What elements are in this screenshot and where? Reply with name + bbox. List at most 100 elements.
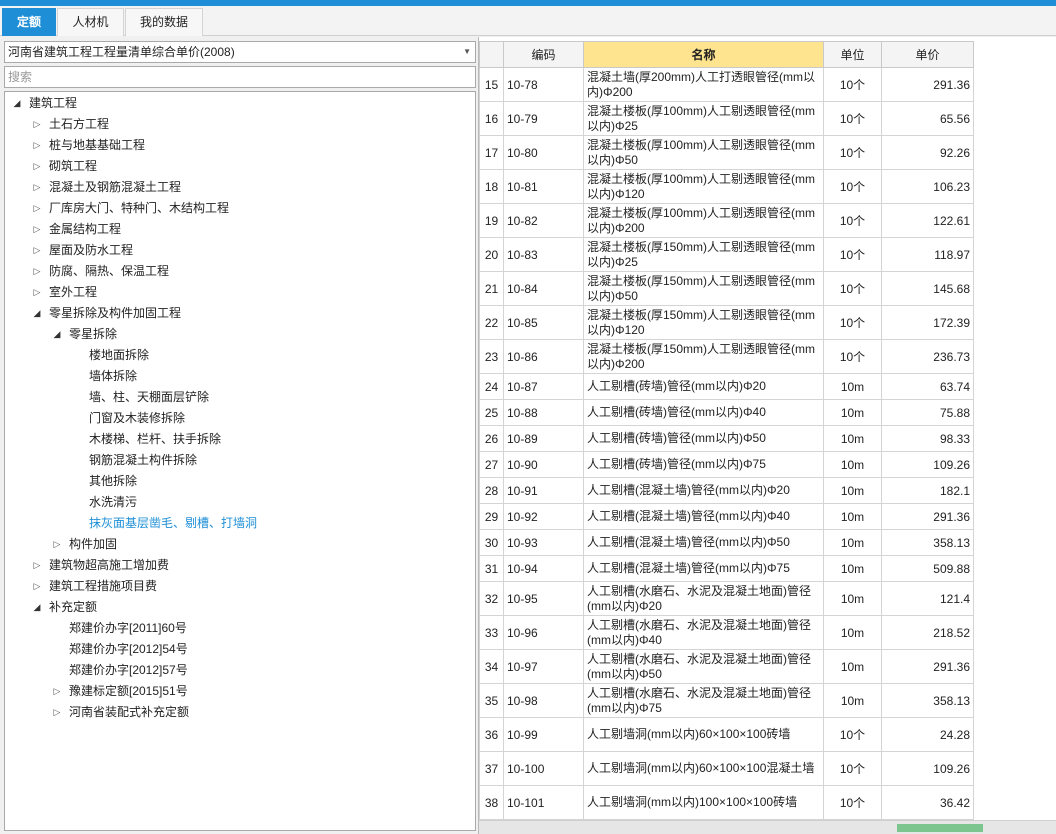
tree-node[interactable]: ▷ 砌筑工程 — [31, 156, 97, 177]
tree-node[interactable]: ▷ 构件加固 — [51, 534, 117, 555]
tree-node[interactable]: ▷ 厂库房大门、特种门、木结构工程 — [31, 198, 229, 219]
price-cell[interactable]: 122.61 — [881, 203, 974, 238]
code-cell[interactable]: 10-96 — [503, 615, 584, 650]
price-cell[interactable]: 106.23 — [881, 169, 974, 204]
tree-node[interactable]: 抹灰面基层凿毛、剔槽、打墙洞 — [71, 513, 257, 534]
collapsed-triangle-icon[interactable]: ▷ — [31, 261, 43, 282]
code-cell[interactable]: 10-90 — [503, 451, 584, 478]
code-cell[interactable]: 10-81 — [503, 169, 584, 204]
tab-my-data[interactable]: 我的数据 — [125, 8, 203, 36]
row-number[interactable]: 37 — [479, 751, 504, 786]
code-cell[interactable]: 10-89 — [503, 425, 584, 452]
price-cell[interactable]: 65.56 — [881, 101, 974, 136]
name-cell[interactable]: 人工剔槽(水磨石、水泥及混凝土地面)管径(mm以内)Φ50 — [583, 649, 824, 684]
price-cell[interactable]: 145.68 — [881, 271, 974, 306]
code-cell[interactable]: 10-95 — [503, 581, 584, 616]
name-cell[interactable]: 人工剔槽(混凝土墙)管径(mm以内)Φ40 — [583, 503, 824, 530]
table-row[interactable]: 38 10-101 人工剔墙洞(mm以内)100×100×100砖墙 10个 36.42 — [479, 785, 974, 820]
unit-cell[interactable]: 10m — [823, 503, 882, 530]
tree-node[interactable]: 楼地面拆除 — [71, 345, 149, 366]
library-select[interactable]: 河南省建筑工程工程量清单综合单价(2008) ▼ — [4, 41, 476, 63]
tree-node[interactable]: 郑建价办字[2012]54号 — [51, 639, 188, 660]
name-cell[interactable]: 混凝土楼板(厚150mm)人工剔透眼管径(mm以内)Φ120 — [583, 305, 824, 340]
code-cell[interactable]: 10-97 — [503, 649, 584, 684]
name-cell[interactable]: 人工剔槽(混凝土墙)管径(mm以内)Φ50 — [583, 529, 824, 556]
unit-cell[interactable]: 10个 — [823, 237, 882, 272]
table-row[interactable]: 20 10-83 混凝土楼板(厚150mm)人工剔透眼管径(mm以内)Φ25 10个 1… — [479, 237, 974, 272]
code-cell[interactable]: 10-87 — [503, 373, 584, 400]
table-row[interactable]: 24 10-87 人工剔槽(砖墙)管径(mm以内)Φ20 10m 63.74 — [479, 373, 974, 400]
name-cell[interactable]: 人工剔槽(水磨石、水泥及混凝土地面)管径(mm以内)Φ40 — [583, 615, 824, 650]
tree-node[interactable]: ▷ 金属结构工程 — [31, 219, 121, 240]
unit-cell[interactable]: 10个 — [823, 135, 882, 170]
row-number[interactable]: 16 — [479, 101, 504, 136]
tree-node[interactable]: 木楼梯、栏杆、扶手拆除 — [71, 429, 221, 450]
table-row[interactable]: 17 10-80 混凝土楼板(厚100mm)人工剔透眼管径(mm以内)Φ50 10个 9… — [479, 135, 974, 170]
price-cell[interactable]: 121.4 — [881, 581, 974, 616]
table-row[interactable]: 37 10-100 人工剔墙洞(mm以内)60×100×100混凝土墙 10个 109.… — [479, 751, 974, 786]
price-cell[interactable]: 291.36 — [881, 67, 974, 102]
tree-node[interactable]: ◢ 补充定额 — [31, 597, 97, 618]
code-cell[interactable]: 10-86 — [503, 339, 584, 374]
tree-node[interactable]: 墙、柱、天棚面层铲除 — [71, 387, 209, 408]
row-number[interactable]: 36 — [479, 717, 504, 752]
name-cell[interactable]: 混凝土楼板(厚150mm)人工剔透眼管径(mm以内)Φ25 — [583, 237, 824, 272]
collapsed-triangle-icon[interactable]: ▷ — [31, 114, 43, 135]
price-cell[interactable]: 358.13 — [881, 683, 974, 718]
expanded-triangle-icon[interactable]: ◢ — [51, 324, 63, 345]
name-cell[interactable]: 混凝土楼板(厚100mm)人工剔透眼管径(mm以内)Φ50 — [583, 135, 824, 170]
unit-cell[interactable]: 10m — [823, 581, 882, 616]
unit-cell[interactable]: 10个 — [823, 785, 882, 820]
search-input[interactable] — [4, 66, 476, 88]
unit-cell[interactable]: 10个 — [823, 271, 882, 306]
name-cell[interactable]: 人工剔槽(混凝土墙)管径(mm以内)Φ75 — [583, 555, 824, 582]
row-number[interactable]: 19 — [479, 203, 504, 238]
name-cell[interactable]: 人工剔槽(混凝土墙)管径(mm以内)Φ20 — [583, 477, 824, 504]
row-number[interactable]: 15 — [479, 67, 504, 102]
code-cell[interactable]: 10-93 — [503, 529, 584, 556]
name-cell[interactable]: 混凝土墙(厚200mm)人工打透眼管径(mm以内)Φ200 — [583, 67, 824, 102]
header-unit[interactable]: 单位 — [823, 41, 882, 68]
unit-cell[interactable]: 10个 — [823, 203, 882, 238]
price-cell[interactable]: 109.26 — [881, 451, 974, 478]
unit-cell[interactable]: 10个 — [823, 717, 882, 752]
tree-node[interactable]: ▷ 桩与地基基础工程 — [31, 135, 145, 156]
code-cell[interactable]: 10-99 — [503, 717, 584, 752]
unit-cell[interactable]: 10个 — [823, 305, 882, 340]
table-row[interactable]: 32 10-95 人工剔槽(水磨石、水泥及混凝土地面)管径(mm以内)Φ20 10m 1… — [479, 581, 974, 616]
name-cell[interactable]: 混凝土楼板(厚100mm)人工剔透眼管径(mm以内)Φ120 — [583, 169, 824, 204]
header-name[interactable]: 名称 — [583, 41, 824, 68]
expanded-triangle-icon[interactable]: ◢ — [31, 303, 43, 324]
collapsed-triangle-icon[interactable]: ▷ — [51, 702, 63, 723]
name-cell[interactable]: 混凝土楼板(厚100mm)人工剔透眼管径(mm以内)Φ200 — [583, 203, 824, 238]
price-cell[interactable]: 92.26 — [881, 135, 974, 170]
collapsed-triangle-icon[interactable]: ▷ — [31, 219, 43, 240]
price-cell[interactable]: 36.42 — [881, 785, 974, 820]
expanded-triangle-icon[interactable]: ◢ — [11, 93, 23, 114]
price-cell[interactable]: 182.1 — [881, 477, 974, 504]
code-cell[interactable]: 10-83 — [503, 237, 584, 272]
collapsed-triangle-icon[interactable]: ▷ — [31, 198, 43, 219]
tree-node[interactable]: ▷ 土石方工程 — [31, 114, 109, 135]
unit-cell[interactable]: 10个 — [823, 339, 882, 374]
collapsed-triangle-icon[interactable]: ▷ — [31, 282, 43, 303]
code-cell[interactable]: 10-82 — [503, 203, 584, 238]
table-row[interactable]: 27 10-90 人工剔槽(砖墙)管径(mm以内)Φ75 10m 109.26 — [479, 451, 974, 478]
code-cell[interactable]: 10-78 — [503, 67, 584, 102]
tree-node[interactable]: ◢ 零星拆除 — [51, 324, 117, 345]
code-cell[interactable]: 10-84 — [503, 271, 584, 306]
unit-cell[interactable]: 10个 — [823, 101, 882, 136]
code-cell[interactable]: 10-101 — [503, 785, 584, 820]
price-cell[interactable]: 98.33 — [881, 425, 974, 452]
unit-cell[interactable]: 10m — [823, 555, 882, 582]
unit-cell[interactable]: 10m — [823, 425, 882, 452]
name-cell[interactable]: 人工剔墙洞(mm以内)100×100×100砖墙 — [583, 785, 824, 820]
price-cell[interactable]: 75.88 — [881, 399, 974, 426]
code-cell[interactable]: 10-91 — [503, 477, 584, 504]
name-cell[interactable]: 人工剔槽(砖墙)管径(mm以内)Φ20 — [583, 373, 824, 400]
table-row[interactable]: 25 10-88 人工剔槽(砖墙)管径(mm以内)Φ40 10m 75.88 — [479, 399, 974, 426]
price-cell[interactable]: 172.39 — [881, 305, 974, 340]
tree-node[interactable]: ▷ 河南省装配式补充定额 — [51, 702, 189, 723]
code-cell[interactable]: 10-92 — [503, 503, 584, 530]
collapsed-triangle-icon[interactable]: ▷ — [31, 177, 43, 198]
